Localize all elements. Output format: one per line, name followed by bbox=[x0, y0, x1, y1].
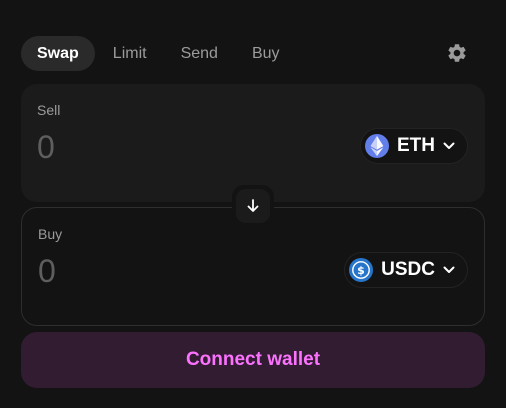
sell-amount-input[interactable]: 0 bbox=[37, 129, 55, 166]
tab-buy[interactable]: Buy bbox=[236, 36, 296, 71]
switch-tokens-inner bbox=[236, 189, 270, 223]
chevron-down-icon bbox=[443, 266, 455, 274]
swap-widget: Swap Limit Send Buy Sell 0 ETH Buy 0 $ U… bbox=[0, 0, 506, 408]
eth-icon bbox=[365, 134, 389, 158]
switch-tokens-button[interactable] bbox=[232, 185, 274, 227]
chevron-down-icon bbox=[443, 142, 455, 150]
buy-amount-input[interactable]: 0 bbox=[38, 253, 56, 290]
sell-token-selector[interactable]: ETH bbox=[360, 128, 468, 164]
svg-text:$: $ bbox=[357, 264, 365, 277]
gear-icon bbox=[448, 44, 466, 62]
sell-token-symbol: ETH bbox=[397, 135, 435, 156]
buy-token-selector[interactable]: $ USDC bbox=[344, 252, 468, 288]
buy-token-symbol: USDC bbox=[381, 259, 435, 280]
tab-send[interactable]: Send bbox=[165, 36, 234, 71]
buy-label: Buy bbox=[38, 226, 63, 242]
tab-limit[interactable]: Limit bbox=[97, 36, 163, 71]
settings-button[interactable] bbox=[444, 40, 470, 66]
arrow-down-icon bbox=[247, 199, 259, 212]
tab-swap[interactable]: Swap bbox=[21, 36, 95, 71]
swap-tabs: Swap Limit Send Buy bbox=[21, 36, 298, 71]
connect-wallet-button[interactable]: Connect wallet bbox=[21, 332, 485, 388]
sell-label: Sell bbox=[37, 102, 61, 118]
usdc-icon: $ bbox=[349, 258, 374, 282]
